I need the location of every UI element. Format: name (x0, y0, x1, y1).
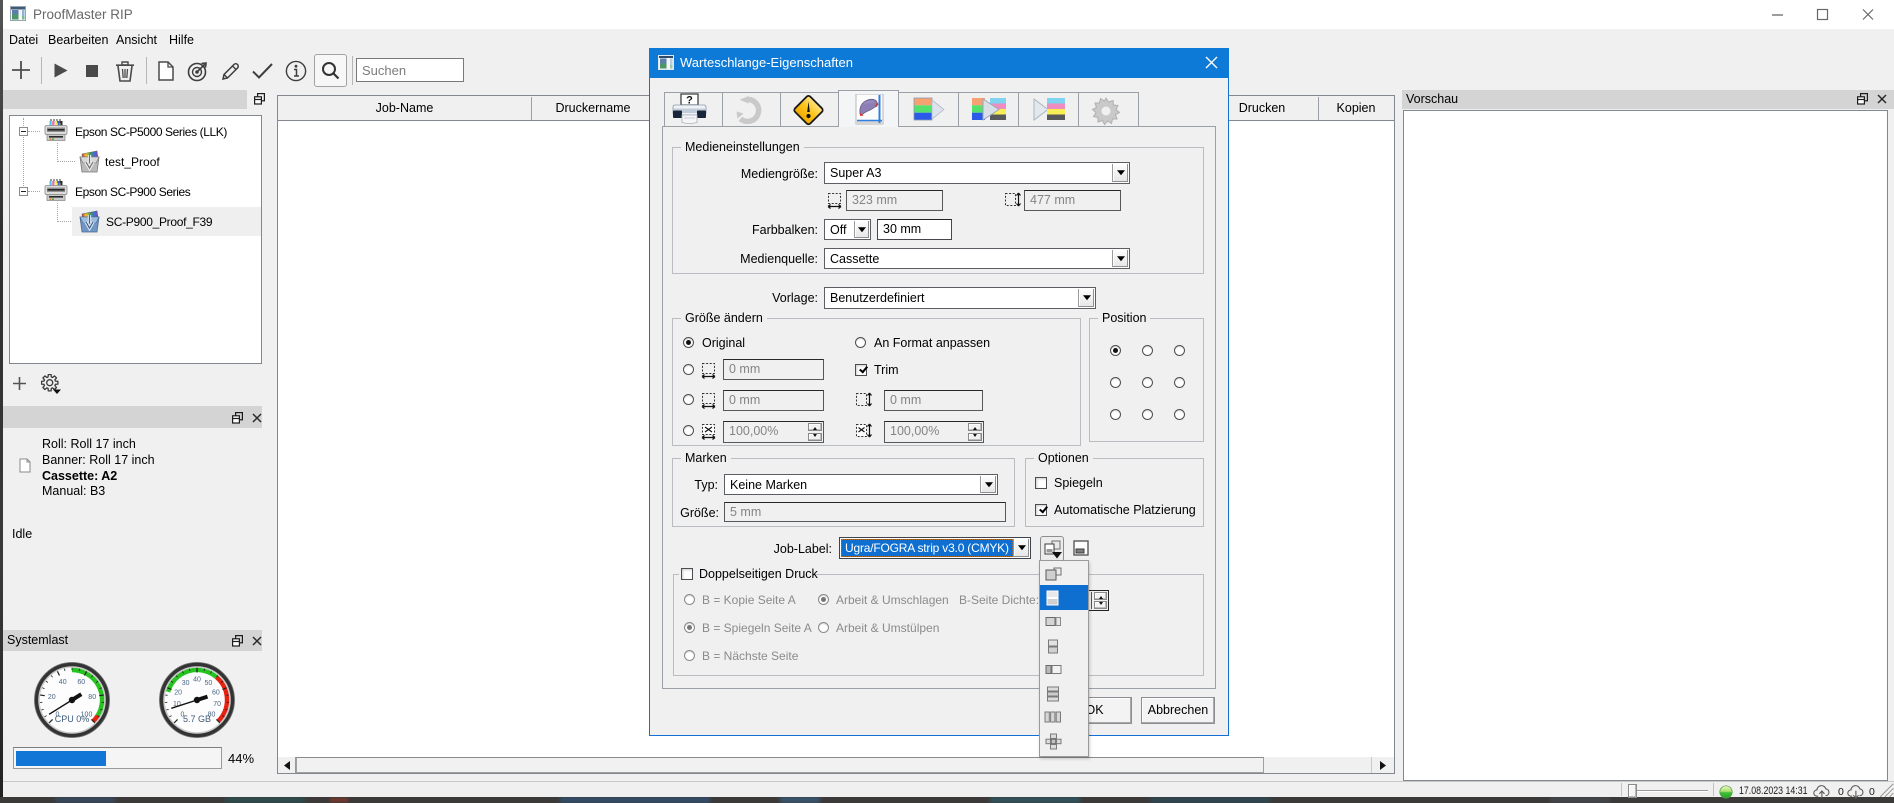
svg-text:5.7 GB: 5.7 GB (183, 714, 211, 724)
svg-text:80: 80 (88, 694, 96, 701)
svg-text:30: 30 (182, 680, 190, 687)
svg-text:60: 60 (212, 689, 220, 696)
svg-text:20: 20 (174, 689, 182, 696)
svg-text:50: 50 (205, 680, 213, 687)
svg-text:CPU 0%: CPU 0% (55, 714, 90, 724)
svg-text:40: 40 (193, 677, 201, 684)
svg-text:40: 40 (59, 679, 67, 686)
svg-text:60: 60 (77, 679, 85, 686)
svg-text:70: 70 (213, 701, 221, 708)
svg-text:20: 20 (48, 694, 56, 701)
